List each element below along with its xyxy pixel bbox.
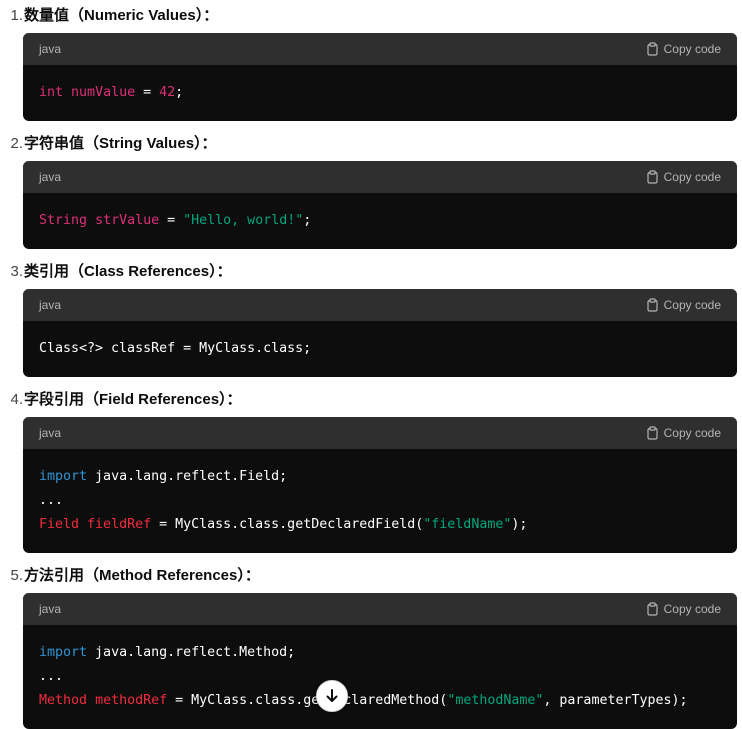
code-language-label: java xyxy=(39,602,62,616)
clipboard-icon xyxy=(647,298,658,312)
code-block-header: java Copy code xyxy=(23,593,737,625)
copy-code-label: Copy code xyxy=(663,42,721,56)
code-token: numValue xyxy=(71,85,136,100)
code-token: = MyClass.class.getDeclaredField( xyxy=(151,517,424,532)
code-block-2: java Copy code String strValue = "Hello,… xyxy=(23,161,737,249)
heading-text: 类引用（Class References）： xyxy=(24,263,232,280)
code-token: methodRef xyxy=(95,693,168,708)
code-token: "Hello, world!" xyxy=(183,213,304,228)
code-token: strValue xyxy=(95,213,160,228)
code-line: ... xyxy=(39,489,721,513)
code-line: Field fieldRef = MyClass.class.getDeclar… xyxy=(39,513,721,537)
code-token: java.lang.reflect.Method; xyxy=(87,645,296,660)
list-number: 4. xyxy=(10,391,23,408)
code-token: ; xyxy=(175,85,184,100)
copy-code-label: Copy code xyxy=(663,602,721,616)
code-token: ); xyxy=(511,517,528,532)
code-token: Field xyxy=(39,517,80,532)
code-token: ... xyxy=(39,669,64,684)
copy-code-button[interactable]: Copy code xyxy=(646,417,721,449)
copy-code-button[interactable]: Copy code xyxy=(646,161,721,193)
code-language-label: java xyxy=(39,42,62,56)
code-language-label: java xyxy=(39,170,62,184)
list-number: 3. xyxy=(10,263,23,280)
heading-text: 字符串值（String Values）： xyxy=(24,135,217,152)
code-token: Method xyxy=(39,693,88,708)
clipboard-icon xyxy=(647,42,658,56)
code-line: import java.lang.reflect.Method; xyxy=(39,641,721,665)
arrow-down-icon xyxy=(326,689,338,702)
code-block-3: java Copy code Class<?> classRef = MyCla… xyxy=(23,289,737,377)
code-language-label: java xyxy=(39,298,62,312)
code-token: import xyxy=(39,645,88,660)
code-token: "fieldName" xyxy=(423,517,512,532)
code-line: import java.lang.reflect.Field; xyxy=(39,465,721,489)
code-language-label: java xyxy=(39,426,62,440)
code-line: ... xyxy=(39,665,721,689)
code-block-4: java Copy code import java.lang.reflect.… xyxy=(23,417,737,553)
clipboard-icon xyxy=(647,602,658,616)
copy-code-label: Copy code xyxy=(663,426,721,440)
copy-code-button[interactable]: Copy code xyxy=(646,33,721,65)
code-line: Class<?> classRef = MyClass.class; xyxy=(39,337,721,361)
code-token: = MyClass.class.getDeclaredMethod( xyxy=(167,693,448,708)
code-token: , parameterTypes); xyxy=(543,693,688,708)
list-item-heading-2: 2.字符串值（String Values）： xyxy=(0,133,217,155)
code-token: = xyxy=(135,85,160,100)
code-token: java.lang.reflect.Field; xyxy=(87,469,288,484)
code-line: Method methodRef = MyClass.class.getDecl… xyxy=(39,689,721,713)
code-content: int numValue = 42; xyxy=(23,65,737,105)
code-token: ; xyxy=(303,213,312,228)
copy-code-button[interactable]: Copy code xyxy=(646,593,721,625)
heading-text: 字段引用（Field References）： xyxy=(24,391,242,408)
copy-code-label: Copy code xyxy=(663,170,721,184)
code-token: int xyxy=(39,85,64,100)
code-block-header: java Copy code xyxy=(23,417,737,449)
list-item-heading-3: 3.类引用（Class References）： xyxy=(0,261,232,283)
code-token: = xyxy=(159,213,184,228)
list-item-heading-4: 4.字段引用（Field References）： xyxy=(0,389,242,411)
clipboard-icon xyxy=(647,426,658,440)
code-token: 42 xyxy=(159,85,176,100)
code-token: Class<?> classRef = MyClass.class; xyxy=(39,341,312,356)
copy-code-label: Copy code xyxy=(663,298,721,312)
code-line: int numValue = 42; xyxy=(39,81,721,105)
copy-code-button[interactable]: Copy code xyxy=(646,289,721,321)
code-content: import java.lang.reflect.Method;... Metho… xyxy=(23,625,737,713)
list-item-heading-5: 5.方法引用（Method References）： xyxy=(0,565,260,587)
code-content: String strValue = "Hello, world!"; xyxy=(23,193,737,233)
code-block-header: java Copy code xyxy=(23,289,737,321)
heading-text: 数量值（Numeric Values）： xyxy=(24,7,219,24)
code-line: String strValue = "Hello, world!"; xyxy=(39,209,721,233)
list-number: 2. xyxy=(10,135,23,152)
code-token: String xyxy=(39,213,88,228)
code-block-1: java Copy code int numValue = 42; xyxy=(23,33,737,121)
list-item-heading-1: 1.数量值（Numeric Values）： xyxy=(0,5,218,27)
list-number: 5. xyxy=(10,567,23,584)
code-block-5: java Copy code import java.lang.reflect.… xyxy=(23,593,737,729)
code-block-header: java Copy code xyxy=(23,33,737,65)
code-block-header: java Copy code xyxy=(23,161,737,193)
scroll-to-bottom-button[interactable] xyxy=(316,680,348,712)
clipboard-icon xyxy=(647,170,658,184)
code-content: Class<?> classRef = MyClass.class; xyxy=(23,321,737,361)
code-token: "methodName" xyxy=(447,693,544,708)
code-token: fieldRef xyxy=(87,517,152,532)
list-number: 1. xyxy=(10,7,23,24)
code-token: import xyxy=(39,469,88,484)
code-token: ... xyxy=(39,493,64,508)
heading-text: 方法引用（Method References）： xyxy=(24,567,260,584)
code-content: import java.lang.reflect.Field;... Field … xyxy=(23,449,737,537)
